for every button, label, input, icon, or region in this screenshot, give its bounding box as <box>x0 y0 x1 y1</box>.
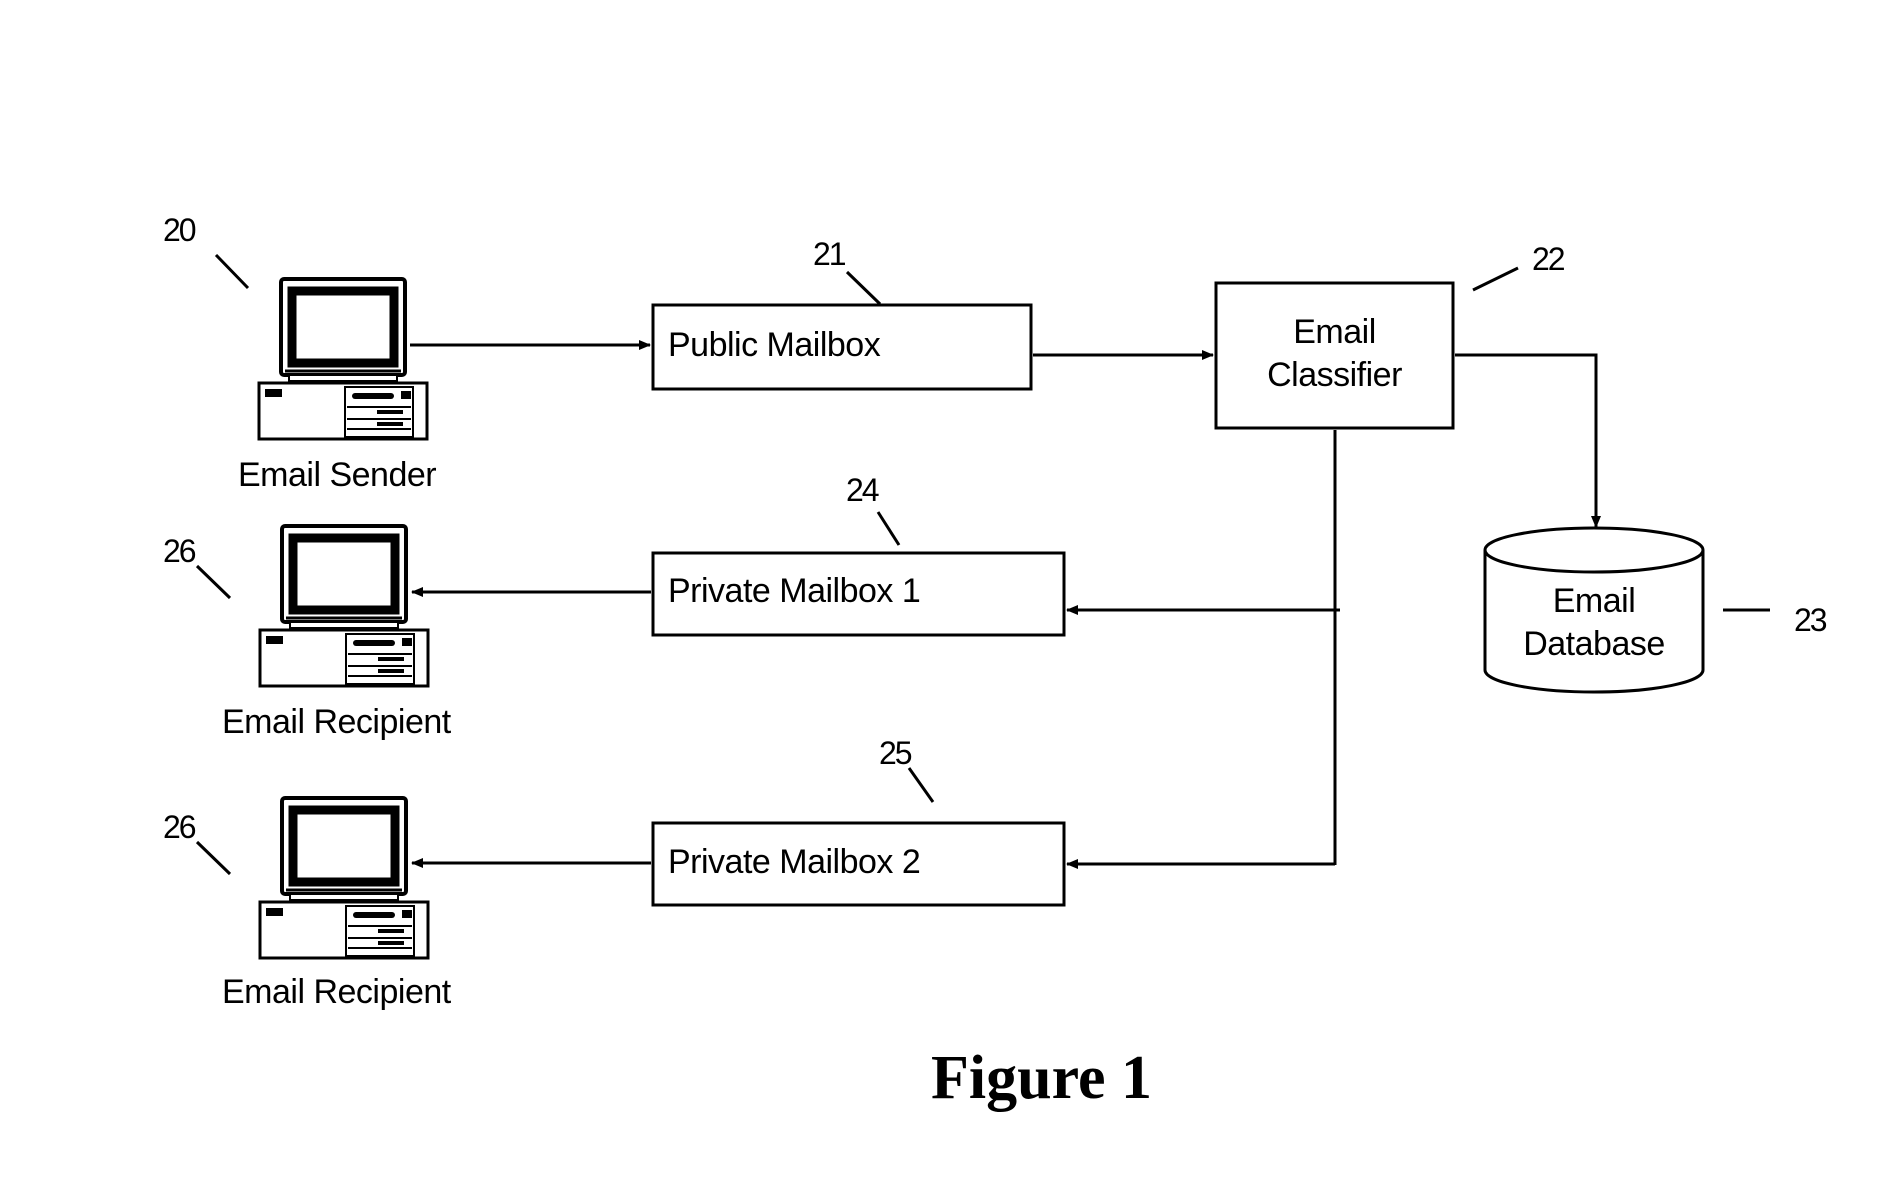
leader-26b <box>195 840 232 876</box>
private-mailbox-1-label: Private Mailbox 1 <box>668 572 921 610</box>
email-classifier-label: Email Classifier <box>1216 311 1453 397</box>
ref-26a: 26 <box>163 533 197 569</box>
email-recipient-1-label: Email Recipient <box>222 703 451 741</box>
leader-26a <box>195 564 232 600</box>
email-sender-label: Email Sender <box>238 456 437 494</box>
ref-23: 23 <box>1794 602 1828 638</box>
email-recipient-2-label: Email Recipient <box>222 973 451 1011</box>
ref-26b: 26 <box>163 809 197 845</box>
leader-25 <box>907 767 935 803</box>
email-database-label-line1: Email <box>1552 582 1636 620</box>
email-recipient-2-computer-icon <box>260 798 428 958</box>
edge-classifier-to-database <box>1455 353 1601 528</box>
email-classifier-label-line2: Classifier <box>1267 356 1402 394</box>
email-sender-computer-icon <box>259 279 427 439</box>
ref-22: 22 <box>1532 241 1566 277</box>
email-database-label-line2: Database <box>1523 625 1665 663</box>
ref-24: 24 <box>846 472 880 508</box>
leader-21 <box>845 270 882 306</box>
email-recipient-1-computer-icon <box>260 526 428 686</box>
leader-22 <box>1472 266 1519 292</box>
leader-24 <box>876 511 901 546</box>
email-database-label: Email Database <box>1485 580 1703 666</box>
figure-caption: Figure 1 <box>931 1044 1152 1112</box>
public-mailbox-label: Public Mailbox <box>668 326 881 364</box>
email-classifier-label-line1: Email <box>1293 313 1376 351</box>
ref-25: 25 <box>879 735 913 771</box>
ref-20: 20 <box>163 212 197 248</box>
leader-20 <box>214 253 250 290</box>
ref-21: 21 <box>813 236 847 272</box>
private-mailbox-2-label: Private Mailbox 2 <box>668 843 921 881</box>
